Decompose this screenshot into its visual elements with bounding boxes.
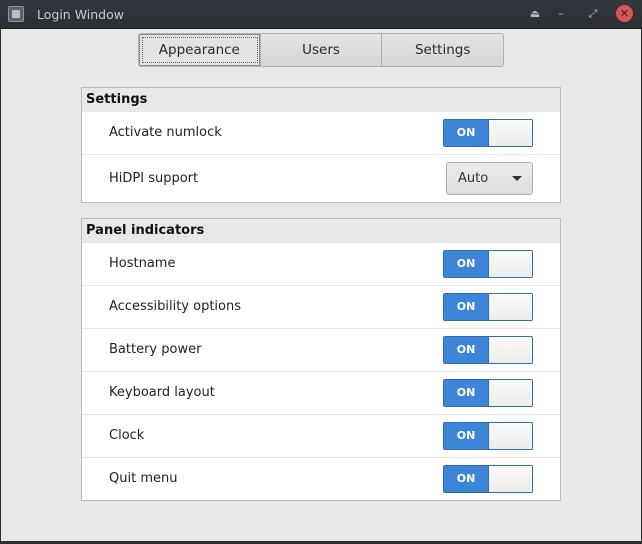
hidpi-row: HiDPI support Auto	[82, 154, 560, 202]
switch-knob[interactable]	[488, 380, 532, 406]
maximize-icon[interactable]: ⤢	[585, 6, 601, 22]
switch-state: ON	[444, 120, 488, 146]
numlock-label: Activate numlock	[109, 125, 222, 140]
chevron-down-icon	[512, 176, 522, 181]
accessibility-row: Accessibility options ON	[82, 285, 560, 328]
window-title: Login Window	[37, 7, 124, 22]
switch-state: ON	[444, 251, 488, 277]
settings-panel: Settings Activate numlock ON HiDPI suppo…	[81, 87, 561, 203]
switch-state: ON	[444, 423, 488, 449]
numlock-switch[interactable]: ON	[443, 119, 533, 147]
clock-label: Clock	[109, 428, 145, 443]
switch-knob[interactable]	[488, 423, 532, 449]
battery-label: Battery power	[109, 342, 202, 357]
accessibility-switch[interactable]: ON	[443, 293, 533, 321]
battery-row: Battery power ON	[82, 328, 560, 371]
keyboard-layout-switch[interactable]: ON	[443, 379, 533, 407]
switch-knob[interactable]	[488, 120, 532, 146]
switch-state: ON	[444, 466, 488, 492]
switch-knob[interactable]	[488, 337, 532, 363]
hidpi-label: HiDPI support	[109, 171, 199, 186]
tab-settings[interactable]: Settings	[382, 34, 503, 66]
accessibility-label: Accessibility options	[109, 299, 242, 314]
eject-icon[interactable]: ⏏	[527, 6, 543, 22]
tab-users[interactable]: Users	[260, 34, 383, 66]
hidpi-dropdown[interactable]: Auto	[446, 162, 533, 195]
switch-state: ON	[444, 380, 488, 406]
title-bar[interactable]: Login Window ⏏ – ⤢ ✕	[0, 0, 642, 29]
panel-indicators-panel: Panel indicators Hostname ON Accessibili…	[81, 218, 561, 501]
indicators-panel-title: Panel indicators	[82, 219, 560, 242]
keyboard-layout-row: Keyboard layout ON	[82, 371, 560, 414]
switch-knob[interactable]	[488, 294, 532, 320]
quit-menu-label: Quit menu	[109, 471, 178, 486]
settings-panel-title: Settings	[82, 88, 560, 111]
numlock-row: Activate numlock ON	[82, 111, 560, 154]
hostname-switch[interactable]: ON	[443, 250, 533, 278]
switch-knob[interactable]	[488, 251, 532, 277]
close-icon[interactable]: ✕	[616, 5, 633, 22]
minimize-icon[interactable]: –	[553, 6, 569, 22]
window-content: Appearance Users Settings Settings Activ…	[1, 29, 641, 541]
switch-state: ON	[444, 294, 488, 320]
switch-state: ON	[444, 337, 488, 363]
hostname-label: Hostname	[109, 256, 176, 271]
quit-menu-row: Quit menu ON	[82, 457, 560, 500]
battery-switch[interactable]: ON	[443, 336, 533, 364]
clock-switch[interactable]: ON	[443, 422, 533, 450]
tab-appearance[interactable]: Appearance	[139, 34, 261, 66]
switch-knob[interactable]	[488, 466, 532, 492]
keyboard-layout-label: Keyboard layout	[109, 385, 215, 400]
app-window-icon	[8, 6, 24, 22]
hostname-row: Hostname ON	[82, 242, 560, 285]
clock-row: Clock ON	[82, 414, 560, 457]
tab-bar: Appearance Users Settings	[138, 33, 504, 67]
quit-menu-switch[interactable]: ON	[443, 465, 533, 493]
hidpi-dropdown-value: Auto	[458, 171, 489, 186]
